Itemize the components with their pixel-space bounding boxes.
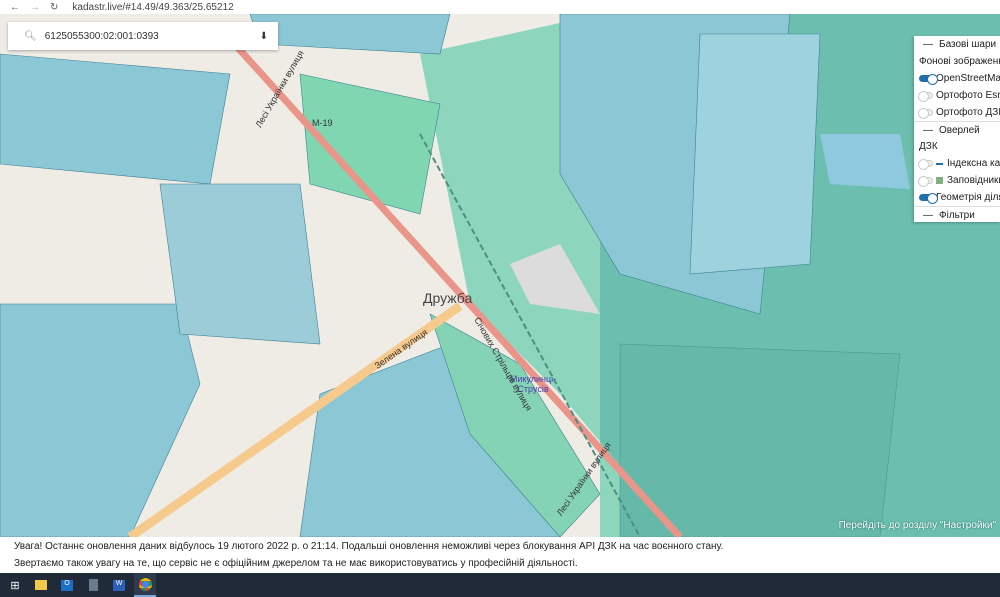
arrow-right-icon[interactable]: → (30, 2, 40, 13)
url-field[interactable]: kadastr.live/#14.49/49.363/25.65212 (72, 2, 233, 13)
toggle-switch[interactable] (918, 159, 933, 170)
parcel-block (0, 303, 201, 537)
layer-esri[interactable]: Ортофото Esri (914, 87, 1000, 104)
layer-label: Геометрія ділянок (936, 192, 1000, 203)
search-box: 🔍︎ ⬇ (8, 22, 278, 50)
overlay-title: Оверлей (939, 124, 980, 136)
layer-reserves[interactable]: Заповідники (914, 172, 1000, 189)
parcel-block (0, 53, 231, 185)
layer-label: OpenStreetMap (936, 73, 1000, 84)
notice-line-2: Звертаємо також увагу на те, що сервіс н… (14, 558, 578, 569)
base-layers-title: Базові шари (939, 39, 997, 50)
town-label: Дружба (423, 290, 473, 306)
overlay-header[interactable]: — Оверлей (914, 121, 1000, 138)
layer-index-map[interactable]: Індексна карта (914, 155, 1000, 172)
forest-block (619, 343, 901, 537)
map-canvas[interactable]: Дружба Микулинці-Струсів Зелена вулиця Л… (0, 14, 1000, 537)
layer-parcel-geometry[interactable]: Геометрія ділянок (914, 189, 1000, 206)
parcel-block (249, 14, 451, 55)
pond (820, 134, 910, 189)
download-icon[interactable]: ⬇ (260, 31, 268, 42)
toggle-switch[interactable] (918, 108, 933, 119)
layers-panel: —Базові шари Фонові зображення OpenStree… (914, 36, 1000, 222)
background-label: Фонові зображення (919, 56, 1000, 67)
chrome-icon[interactable] (134, 573, 156, 597)
layer-label: Ортофото Esri (936, 90, 1000, 101)
layer-label: Індексна карта (947, 158, 1000, 169)
base-layers-header[interactable]: — Базові шари (914, 36, 1000, 53)
filters-title: Фільтри (939, 209, 975, 221)
dzk-label: ДЗК (919, 141, 938, 152)
line-swatch-icon (936, 162, 943, 165)
activation-watermark: Перейдіть до розділу "Настройки" (838, 520, 996, 531)
word-icon[interactable]: W (108, 573, 130, 597)
toggle-switch[interactable] (919, 193, 938, 204)
parcel-block (689, 33, 821, 275)
search-icon: 🔍︎ (24, 30, 37, 42)
taskbar: ⊞ O W (0, 573, 1000, 597)
layer-label: Заповідники (947, 175, 1000, 186)
browser-address-bar: ← → ↻ kadastr.live/#14.49/49.363/25.6521… (0, 0, 1000, 14)
filters-header[interactable]: — Фільтри (914, 206, 1000, 222)
notice-line-1: Увага! Останнє оновлення даних відбулось… (14, 541, 724, 552)
parcel-block (159, 183, 321, 345)
notice-banner: Увага! Останнє оновлення даних відбулось… (0, 537, 1000, 573)
layer-osm[interactable]: OpenStreetMap (914, 70, 1000, 87)
map-layer (0, 14, 1000, 537)
file-explorer-icon[interactable] (30, 573, 52, 597)
calculator-icon[interactable] (82, 573, 104, 597)
road-label: М-19 (312, 118, 333, 128)
toggle-switch[interactable] (918, 176, 933, 187)
toggle-switch[interactable] (918, 91, 933, 102)
outlook-icon[interactable]: O (56, 573, 78, 597)
layer-label: Ортофото ДЗК (936, 107, 1000, 118)
search-input[interactable] (44, 30, 245, 42)
reload-icon[interactable]: ↻ (50, 2, 58, 13)
windows-start-icon[interactable]: ⊞ (4, 573, 26, 597)
toggle-switch[interactable] (919, 74, 938, 85)
arrow-left-icon[interactable]: ← (10, 2, 20, 13)
layer-dzk-ortho[interactable]: Ортофото ДЗК (914, 104, 1000, 121)
fill-swatch-icon (936, 177, 943, 184)
